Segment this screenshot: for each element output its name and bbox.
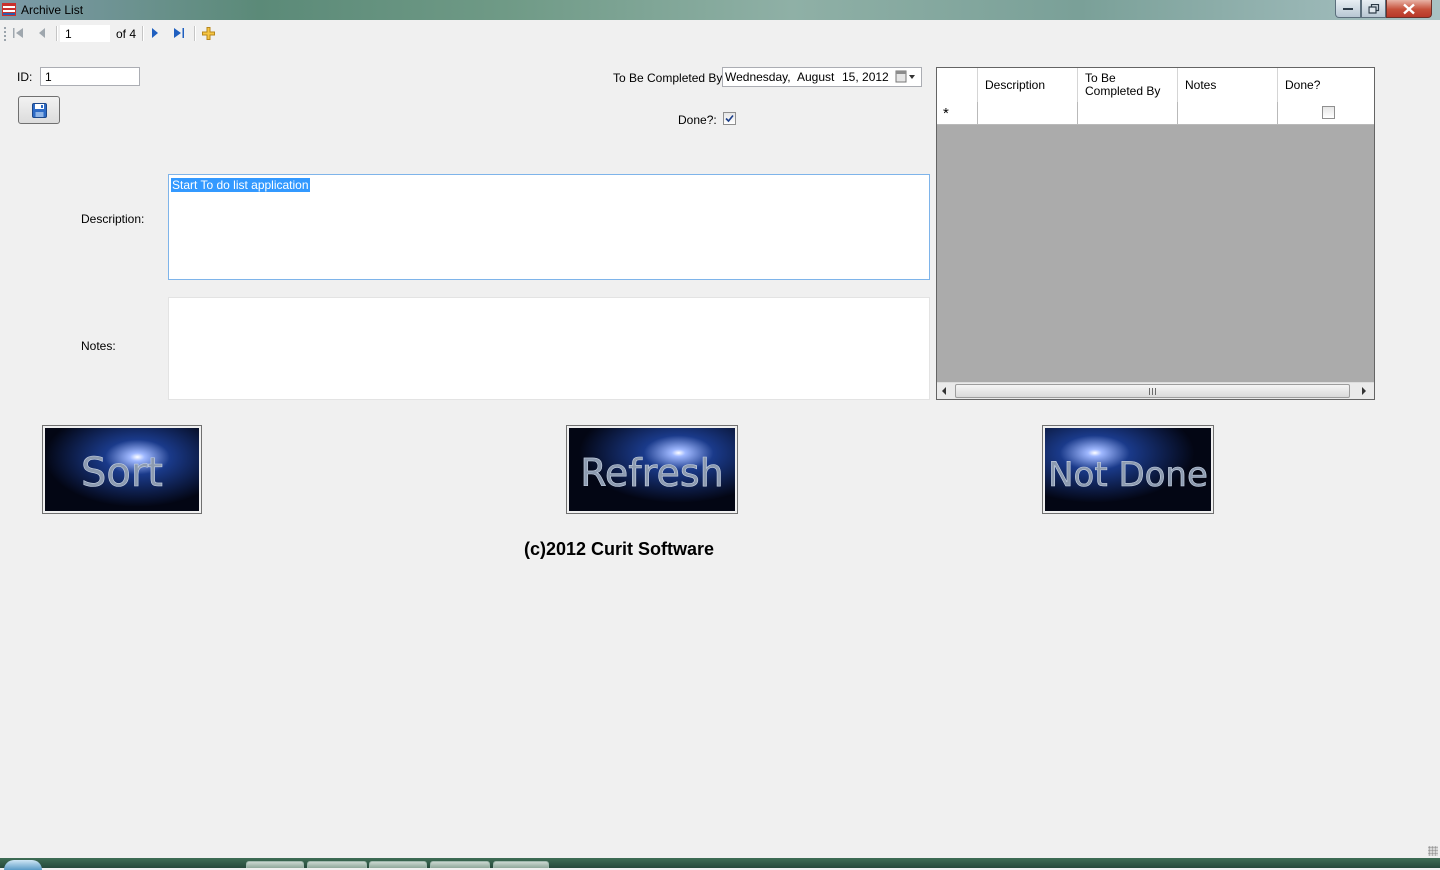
- column-label: Done?: [1285, 78, 1321, 92]
- taskbar-item[interactable]: [307, 861, 367, 868]
- not-done-button[interactable]: Not Done: [1042, 425, 1214, 514]
- sort-button-image: Sort: [45, 428, 199, 511]
- move-last-icon: [174, 28, 184, 38]
- minimize-button[interactable]: [1335, 0, 1361, 18]
- copyright-text: (c)2012 Curit Software: [524, 539, 715, 559]
- toolbar-separator: [56, 26, 58, 41]
- not-done-button-image: Not Done: [1045, 428, 1211, 511]
- minimize-icon: [1343, 7, 1353, 10]
- description-text: Start To do list application: [171, 178, 310, 192]
- date-day: Wednesday,: [725, 70, 791, 84]
- description-label: Description:: [81, 212, 145, 226]
- done-checkbox[interactable]: [723, 112, 736, 125]
- move-next-icon: [152, 28, 158, 38]
- notes-label: Notes:: [81, 339, 116, 353]
- column-header-description[interactable]: Description: [978, 68, 1078, 102]
- cell-due[interactable]: [1078, 102, 1178, 124]
- save-button[interactable]: [18, 96, 60, 124]
- restore-button[interactable]: [1361, 0, 1386, 18]
- start-button[interactable]: [4, 860, 42, 870]
- record-count: of 4: [116, 27, 137, 41]
- scroll-right-button[interactable]: [1357, 383, 1374, 399]
- notes-textarea[interactable]: [168, 297, 930, 400]
- title-bar: Archive List: [0, 0, 1440, 20]
- calendar-dropdown-icon[interactable]: [895, 70, 919, 84]
- cell-done[interactable]: [1278, 102, 1374, 124]
- id-field[interactable]: [40, 67, 140, 86]
- add-new-icon: [202, 27, 215, 40]
- app-icon: [2, 3, 16, 16]
- column-label: Description: [985, 78, 1046, 92]
- row-header[interactable]: *: [937, 102, 978, 124]
- date-month: August: [797, 70, 835, 84]
- move-next-button[interactable]: [146, 24, 166, 44]
- toolbar-separator: [142, 26, 144, 41]
- toolbar-separator: [194, 26, 196, 41]
- chevron-left-icon: [942, 387, 946, 395]
- column-header-notes[interactable]: Notes: [1178, 68, 1278, 102]
- move-first-button[interactable]: [9, 24, 29, 44]
- new-row[interactable]: *: [937, 102, 1374, 125]
- floppy-disk-icon: [32, 103, 47, 118]
- sort-label: Sort: [81, 450, 163, 496]
- done-label: Done?:: [678, 113, 717, 127]
- refresh-button[interactable]: Refresh: [566, 425, 738, 514]
- scroll-left-button[interactable]: [937, 383, 954, 399]
- date-day-year: 15, 2012: [842, 70, 889, 84]
- new-row-marker: *: [943, 105, 949, 122]
- id-label: ID:: [17, 70, 33, 84]
- due-date-label: To Be Completed By:: [613, 71, 726, 85]
- checkmark-icon: [725, 114, 734, 123]
- taskbar-item[interactable]: [246, 861, 304, 868]
- refresh-button-image: Refresh: [569, 428, 735, 511]
- resize-grip[interactable]: [1428, 846, 1438, 856]
- row-done-checkbox[interactable]: [1322, 106, 1335, 119]
- horizontal-scrollbar[interactable]: [937, 382, 1374, 399]
- move-previous-button[interactable]: [33, 24, 53, 44]
- sort-button[interactable]: Sort: [42, 425, 202, 514]
- column-header-done[interactable]: Done?: [1278, 68, 1374, 102]
- row-header-corner[interactable]: [937, 68, 978, 102]
- close-button[interactable]: [1386, 0, 1432, 18]
- grid-header: Description To Be Completed By Notes Don…: [937, 68, 1374, 103]
- due-date-picker[interactable]: Wednesday, August 15, 2012: [722, 67, 922, 87]
- column-label: To Be Completed By: [1085, 71, 1161, 98]
- move-previous-icon: [39, 28, 45, 38]
- column-header-due[interactable]: To Be Completed By: [1078, 68, 1178, 102]
- add-new-button[interactable]: [199, 24, 219, 44]
- not-done-label: Not Done: [1048, 455, 1208, 495]
- cell-description[interactable]: [978, 102, 1078, 124]
- scroll-thumb[interactable]: [955, 384, 1350, 398]
- scroll-grip-icon: [1149, 388, 1156, 395]
- restore-icon: [1368, 3, 1379, 14]
- move-last-button[interactable]: [170, 24, 190, 44]
- move-first-icon: [13, 28, 23, 38]
- cell-notes[interactable]: [1178, 102, 1278, 124]
- column-label: Notes: [1185, 78, 1217, 92]
- taskbar: [0, 858, 1440, 868]
- data-grid[interactable]: Description To Be Completed By Notes Don…: [936, 67, 1375, 400]
- taskbar-item[interactable]: [430, 861, 490, 868]
- toolbar-grip[interactable]: [4, 27, 6, 41]
- close-icon: [1403, 3, 1415, 14]
- description-textarea[interactable]: Start To do list application: [168, 174, 930, 280]
- chevron-right-icon: [1362, 387, 1366, 395]
- taskbar-item[interactable]: [369, 861, 427, 868]
- taskbar-item[interactable]: [493, 861, 549, 868]
- position-input[interactable]: [60, 25, 110, 42]
- window-title: Archive List: [21, 3, 84, 17]
- refresh-label: Refresh: [580, 451, 724, 495]
